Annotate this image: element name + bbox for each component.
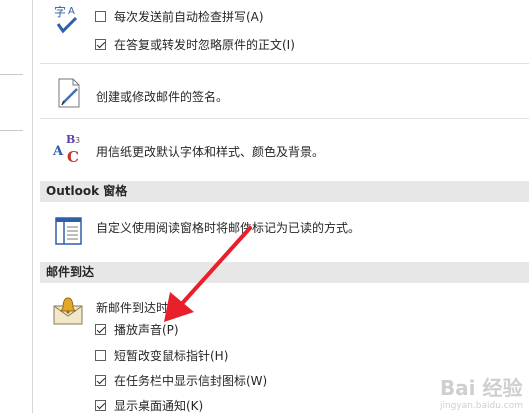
option-desktop-alert[interactable]: 显示桌面通知(K) (95, 397, 203, 414)
checkbox-play-sound[interactable] (95, 324, 106, 335)
left-pane-divider (0, 130, 23, 131)
watermark-text: Bai 经验 (439, 376, 523, 400)
watermark-subtext: jingyan.baidu.com (439, 401, 523, 411)
section-header-message-arrival: 邮件到达 (40, 262, 529, 283)
svg-text:A: A (68, 6, 75, 17)
watermark-logo: Bai 经验 jingyan.baidu.com (440, 372, 523, 411)
left-pane-divider (0, 74, 23, 75)
option-envelope-icon[interactable]: 在任务栏中显示信封图标(W) (95, 372, 267, 389)
stationery-icon[interactable]: B A C 3 (52, 131, 86, 166)
signature-icon[interactable] (56, 78, 84, 108)
divider (40, 118, 529, 119)
svg-text:A: A (52, 144, 64, 159)
desktop-alert-label: 显示桌面通知(K) (114, 399, 204, 413)
check-spelling-label: 每次发送前自动检查拼写(A) (114, 10, 264, 24)
checkbox-ignore-original[interactable] (95, 39, 106, 50)
checkbox-desktop-alert[interactable] (95, 400, 106, 411)
check-spelling-before-send[interactable]: 每次发送前自动检查拼写(A) (95, 8, 264, 25)
new-mail-bell-icon (52, 296, 84, 326)
option-change-pointer[interactable]: 短暂改变鼠标指针(H) (95, 347, 228, 364)
checkbox-change-pointer[interactable] (95, 350, 106, 361)
ignore-original-text[interactable]: 在答复或转发时忽略原件的正文(I) (95, 36, 295, 53)
stationery-description: 用信纸更改默认字体和样式、颜色及背景。 (96, 145, 325, 159)
reading-pane-icon[interactable] (55, 216, 83, 246)
envelope-icon-label: 在任务栏中显示信封图标(W) (114, 374, 268, 388)
svg-text:字: 字 (54, 4, 66, 19)
divider (40, 63, 529, 64)
svg-text:C: C (67, 148, 79, 165)
annotation-arrow-icon (164, 226, 252, 322)
ignore-original-label: 在答复或转发时忽略原件的正文(I) (114, 38, 295, 52)
svg-text:B: B (66, 133, 75, 146)
change-pointer-label: 短暂改变鼠标指针(H) (114, 349, 229, 363)
signature-description: 创建或修改邮件的签名。 (96, 90, 229, 104)
checkbox-envelope-icon[interactable] (95, 375, 106, 386)
svg-text:3: 3 (75, 136, 80, 145)
spelling-icon: 字 A (52, 4, 82, 36)
left-nav-pane (0, 0, 33, 413)
section-header-outlook-pane: Outlook 窗格 (40, 181, 529, 202)
checkbox-check-spelling[interactable] (95, 11, 106, 22)
